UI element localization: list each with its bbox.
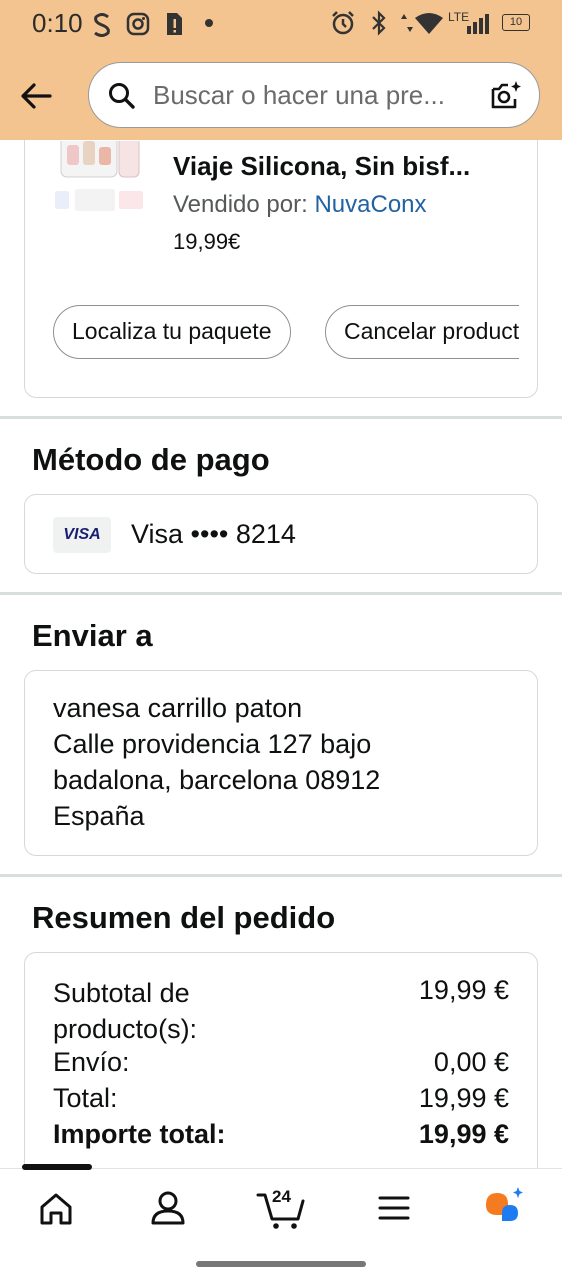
- order-item-card: Viaje Silicona, Sin bisf... Vendido por:…: [24, 140, 538, 398]
- visa-logo-icon: VISA: [53, 517, 111, 553]
- address-street: Calle providencia 127 bajo: [53, 729, 372, 759]
- shipping-address-card: vanesa carrillo paton Calle providencia …: [24, 670, 538, 856]
- app-header: 0:10 LTE 10 Buscar o hacer una pre...: [0, 0, 562, 140]
- total-value: 19,99 €: [418, 1083, 509, 1113]
- cart-count: 24: [272, 1187, 291, 1206]
- order-summary-card: Subtotal de producto(s): 19,99 € Envío: …: [24, 952, 538, 1168]
- shipping-cost-value: 0,00 €: [433, 1047, 509, 1077]
- product-price: 19,99€: [173, 229, 241, 254]
- status-bar: 0:10 LTE 10: [0, 0, 562, 48]
- back-arrow-icon[interactable]: [16, 76, 56, 116]
- grand-total-value: 19,99 €: [418, 1119, 509, 1149]
- home-icon[interactable]: [26, 1183, 86, 1233]
- search-row: Buscar o hacer una pre...: [0, 62, 562, 132]
- bluetooth-icon: [372, 10, 386, 36]
- payment-method-text: Visa •••• 8214: [131, 519, 296, 549]
- account-icon[interactable]: [138, 1183, 198, 1233]
- payment-card[interactable]: VISA Visa •••• 8214: [24, 494, 538, 574]
- search-bar[interactable]: Buscar o hacer una pre...: [88, 62, 540, 128]
- sold-by: Vendido por: NuvaConx: [173, 191, 427, 219]
- search-icon: [109, 83, 135, 109]
- menu-icon[interactable]: [364, 1183, 424, 1233]
- rufus-icon[interactable]: [476, 1183, 536, 1233]
- cancel-product-button[interactable]: Cancelar producto: [325, 305, 519, 359]
- alarm-icon: [332, 11, 354, 35]
- grand-total-label: Importe total:: [53, 1119, 226, 1149]
- product-title[interactable]: Viaje Silicona, Sin bisf...: [173, 151, 470, 182]
- order-actions: Localiza tu paquete Cancelar producto: [53, 305, 519, 361]
- data-arrows-icon: [401, 14, 413, 32]
- battery-level: 10: [509, 16, 523, 28]
- shipping-cost-label: Envío:: [53, 1047, 130, 1077]
- section-divider: [0, 874, 562, 877]
- instagram-icon: [126, 12, 150, 36]
- order-summary-title: Resumen del pedido: [32, 900, 336, 935]
- battery-icon: 10: [502, 14, 530, 31]
- subtotal-label: Subtotal de producto(s):: [53, 978, 198, 1044]
- section-divider: [0, 416, 562, 419]
- order-item-body: Viaje Silicona, Sin bisf... Vendido por:…: [25, 141, 539, 399]
- section-divider: [0, 592, 562, 595]
- address-city: badalona, barcelona 08912: [53, 765, 381, 795]
- order-details: Viaje Silicona, Sin bisf... Vendido por:…: [0, 140, 562, 1168]
- payment-title: Método de pago: [32, 442, 270, 477]
- subtotal-value: 19,99 €: [418, 975, 509, 1005]
- signal-icon: [467, 14, 489, 34]
- wifi-icon: [415, 13, 443, 34]
- shipping-title: Enviar a: [32, 618, 153, 653]
- gesture-bar: [196, 1261, 366, 1267]
- dot-icon: [205, 19, 213, 27]
- sim-alert-icon: [167, 13, 182, 35]
- total-label: Total:: [53, 1083, 118, 1113]
- address-name: vanesa carrillo paton: [53, 693, 303, 723]
- sold-by-label: Vendido por:: [173, 191, 315, 218]
- s-notification-icon: [94, 13, 110, 37]
- track-package-button[interactable]: Localiza tu paquete: [53, 305, 291, 359]
- seller-link[interactable]: NuvaConx: [314, 191, 426, 218]
- status-time: 0:10: [32, 8, 83, 38]
- search-input[interactable]: Buscar o hacer una pre...: [153, 80, 483, 111]
- active-tab-indicator: [22, 1164, 92, 1170]
- cart-button[interactable]: 24: [252, 1183, 312, 1233]
- product-thumbnail[interactable]: [53, 141, 147, 215]
- camera-lens-icon[interactable]: [489, 79, 523, 113]
- address-country: España: [53, 801, 145, 831]
- bottom-navigation: 24: [0, 1164, 562, 1281]
